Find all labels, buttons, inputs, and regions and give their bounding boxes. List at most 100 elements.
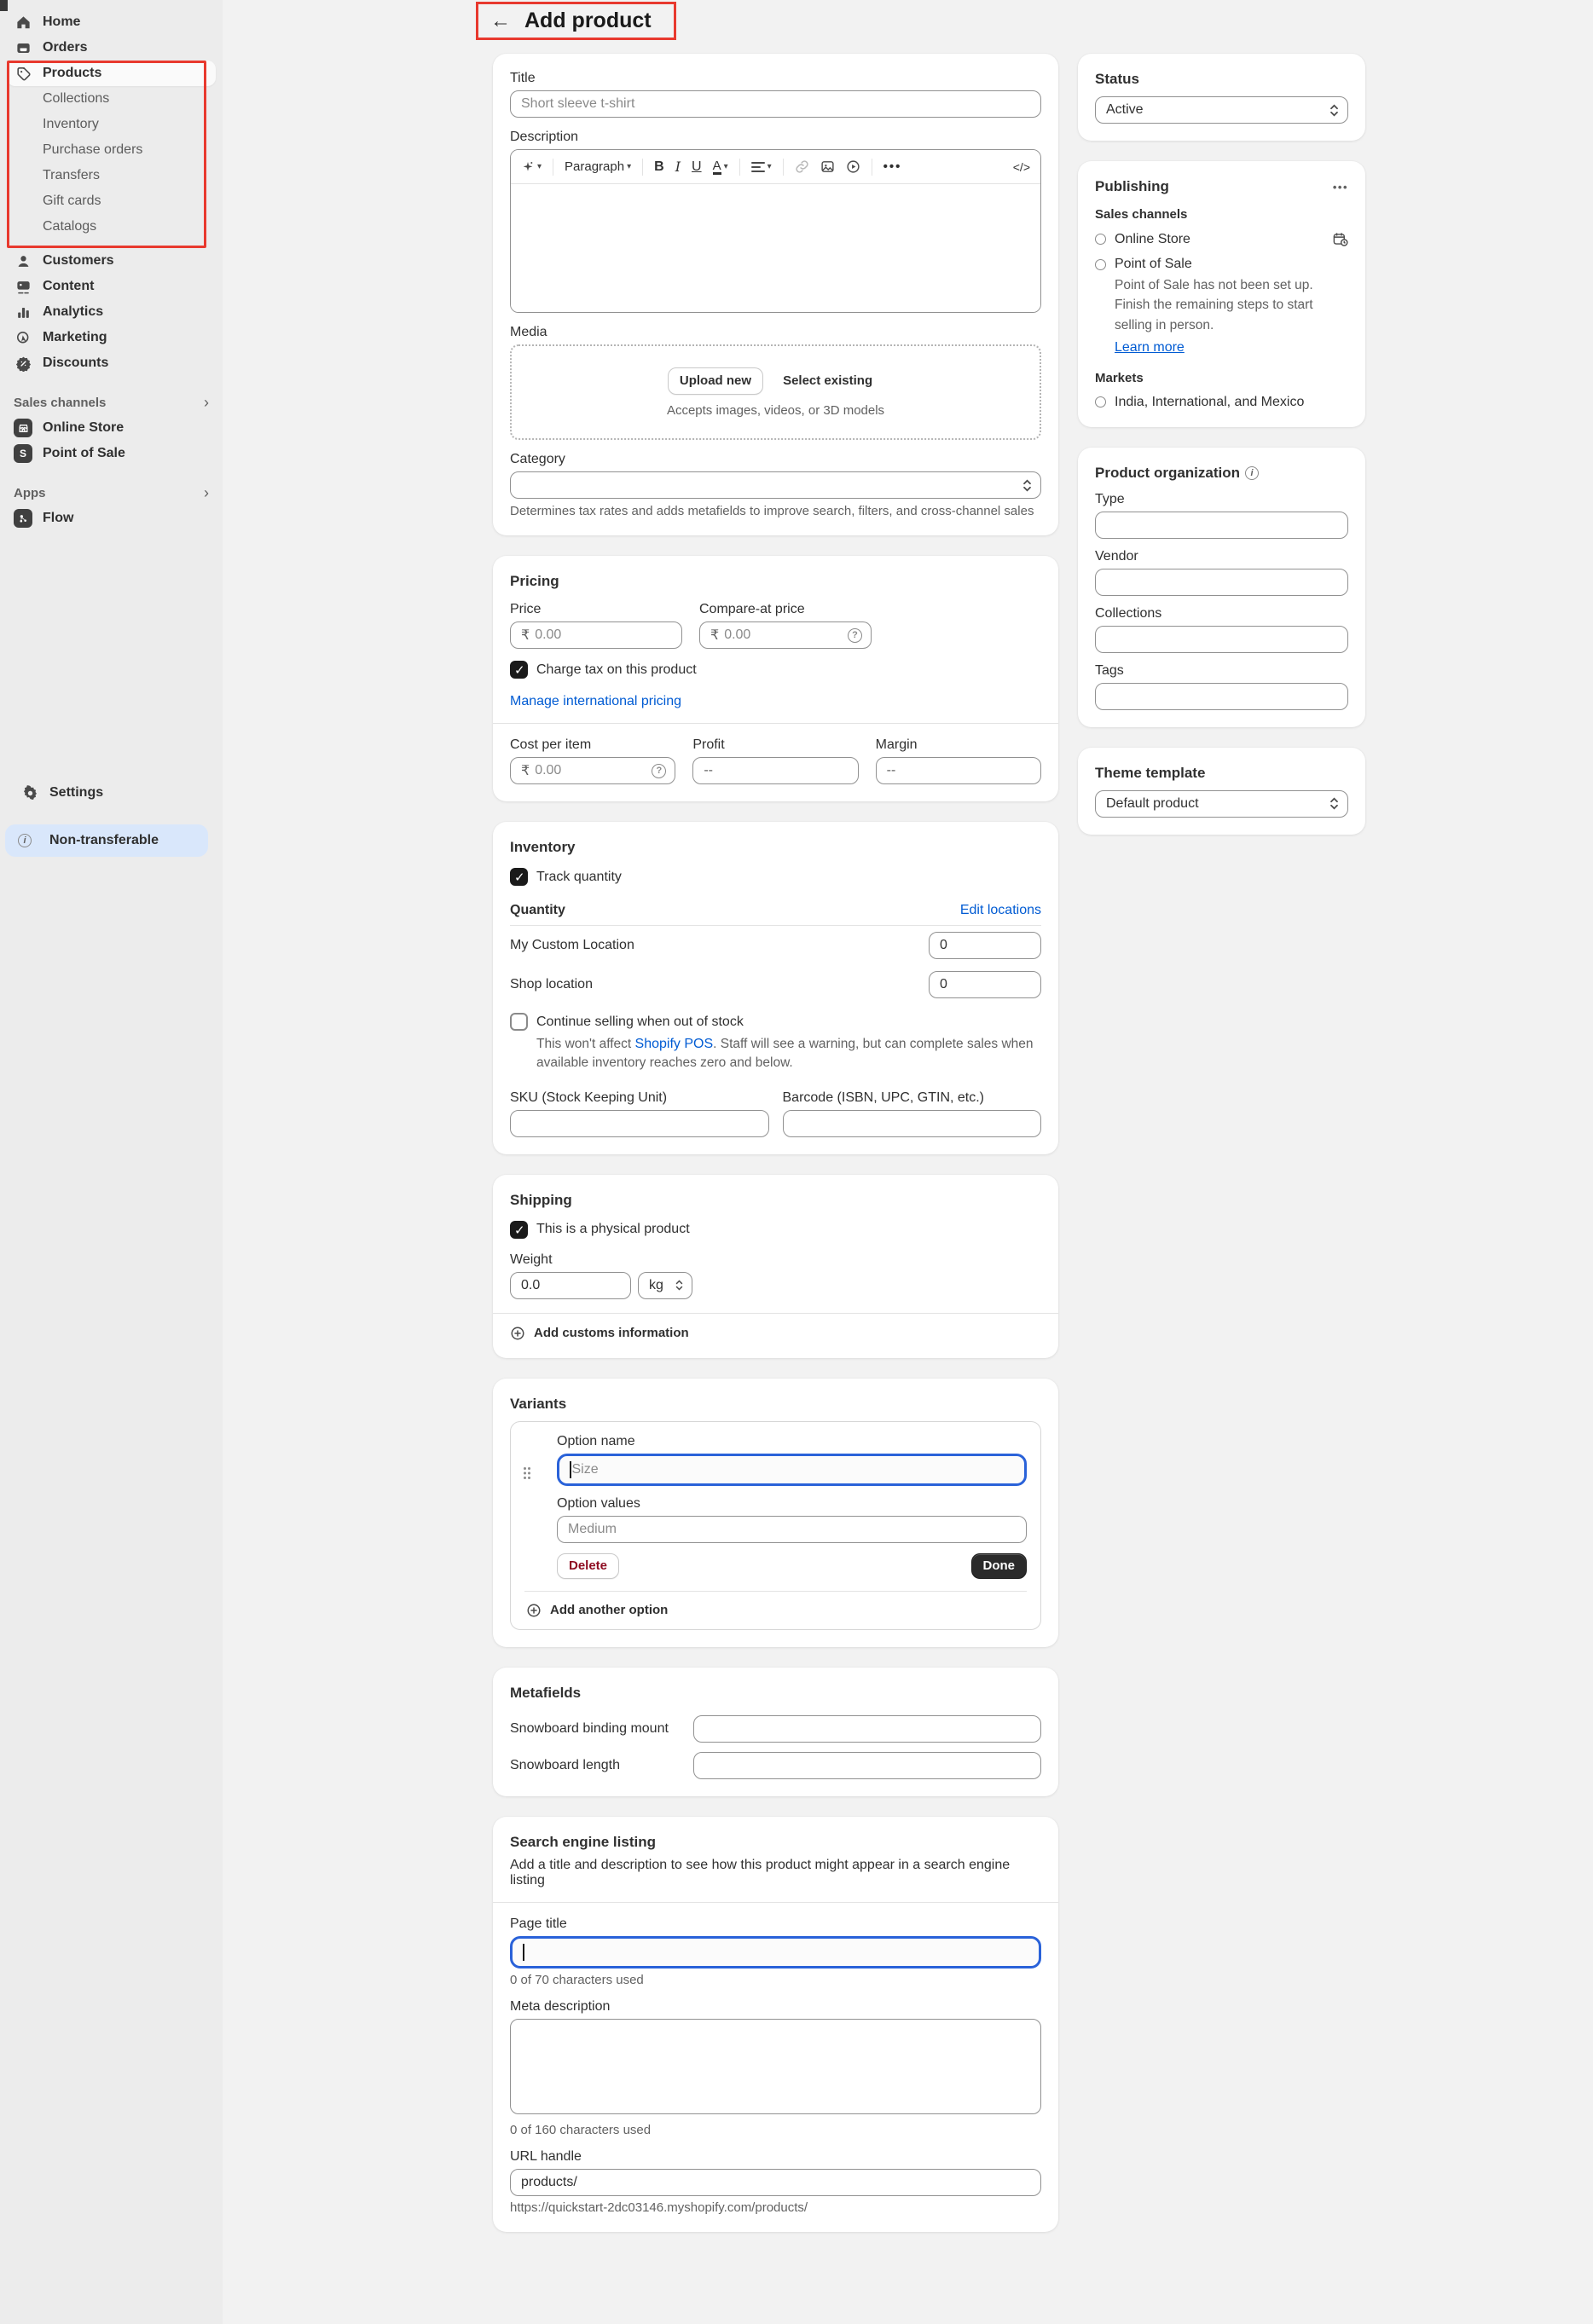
seo-description: Add a title and description to see how t… [510,1858,1041,1888]
sidebar-item-orders[interactable]: Orders [7,35,216,61]
shopify-pos-link[interactable]: Shopify POS [635,1037,714,1051]
ai-magic-button[interactable]: ▾ [521,160,542,174]
upload-new-button[interactable]: Upload new [668,367,763,395]
page-title-label: Page title [510,1916,1041,1932]
tags-input[interactable] [1095,683,1348,710]
type-input[interactable] [1095,512,1348,539]
location-name: My Custom Location [510,938,634,953]
sidebar-item-collections[interactable]: Collections [7,86,216,112]
location-quantity-input[interactable] [929,971,1041,998]
publishing-more-button[interactable]: ••• [1333,181,1348,194]
title-input[interactable] [510,90,1041,118]
toolbar-separator [739,159,740,176]
weight-unit-select[interactable]: kg [638,1272,692,1299]
weight-input[interactable] [510,1272,631,1299]
toolbar-more-button[interactable]: ••• [883,159,902,174]
product-organization-card: Product organization i Type Vendor Colle… [1078,448,1365,727]
flow-icon [14,509,32,528]
barcode-input[interactable] [783,1110,1042,1137]
learn-more-link[interactable]: Learn more [1115,340,1185,355]
underline-button[interactable]: U [692,159,702,175]
option-name-input[interactable]: Size [557,1454,1027,1486]
meta-description-input[interactable] [510,2019,1041,2114]
continue-selling-row[interactable]: Continue selling when out of stock [510,1013,1041,1031]
price-input[interactable]: ₹0.00 [510,621,682,649]
physical-product-checkbox[interactable] [510,1221,528,1239]
description-input[interactable] [511,184,1040,312]
show-html-button[interactable]: </> [1013,160,1030,174]
insert-video-button[interactable] [846,159,860,174]
collections-input[interactable] [1095,626,1348,653]
sidebar-item-inventory[interactable]: Inventory [7,112,216,137]
sidebar-item-transfers[interactable]: Transfers [7,163,216,188]
charge-tax-checkbox[interactable] [510,661,528,679]
sidebar-item-online-store[interactable]: Online Store [7,415,216,441]
paragraph-style-dropdown[interactable]: Paragraph▾ [565,159,631,174]
theme-template-select[interactable]: Default product [1095,790,1348,818]
add-another-option-button[interactable]: Add another option [524,1591,1027,1629]
profit-input[interactable]: -- [692,757,858,784]
page-title-input[interactable] [510,1936,1041,1968]
text-color-button[interactable]: A▾ [713,159,728,175]
insert-link-button[interactable] [795,159,809,174]
type-label: Type [1095,492,1348,507]
metafield-input-length[interactable] [693,1752,1041,1779]
plan-badge[interactable]: i Non-transferable [5,824,208,857]
sidebar-item-marketing[interactable]: Marketing [7,325,216,350]
compare-at-price-input[interactable]: ₹0.00 ? [699,621,872,649]
italic-button[interactable]: I [675,159,681,175]
sku-input[interactable] [510,1110,769,1137]
category-hint: Determines tax rates and adds metafields… [510,504,1041,518]
sidebar-item-customers[interactable]: Customers [7,248,216,274]
metafield-input-binding-mount[interactable] [693,1715,1041,1743]
sidebar-item-discounts[interactable]: Discounts [7,350,216,376]
url-handle-input[interactable] [510,2169,1041,2196]
location-quantity-input[interactable] [929,932,1041,959]
sidebar-item-purchase-orders[interactable]: Purchase orders [7,137,216,163]
sidebar-item-point-of-sale[interactable]: S Point of Sale [7,441,216,466]
sidebar-item-home[interactable]: Home [7,9,216,35]
sidebar-item-gift-cards[interactable]: Gift cards [7,188,216,214]
metafield-label: Snowboard binding mount [510,1721,693,1737]
vendor-input[interactable] [1095,569,1348,596]
category-select[interactable] [510,471,1041,499]
barcode-label: Barcode (ISBN, UPC, GTIN, etc.) [783,1090,1042,1106]
sidebar-item-content[interactable]: Content [7,274,216,299]
toolbar-separator [642,159,643,176]
track-quantity-checkbox[interactable] [510,868,528,886]
channel-row-online-store: Online Store [1095,231,1348,247]
back-button[interactable]: ← [490,9,511,33]
sidebar-item-settings[interactable]: Settings [14,780,223,806]
sidebar-item-catalogs[interactable]: Catalogs [7,214,216,240]
select-existing-button[interactable]: Select existing [772,367,883,395]
add-customs-button[interactable]: Add customs information [510,1314,1041,1341]
bold-button[interactable]: B [654,159,664,175]
manage-international-pricing-link[interactable]: Manage international pricing [510,694,681,708]
alignment-button[interactable]: ▾ [751,161,772,173]
insert-image-button[interactable] [820,159,835,174]
charge-tax-checkbox-row[interactable]: Charge tax on this product [510,661,1041,679]
cost-per-item-input[interactable]: ₹0.00 ? [510,757,675,784]
schedule-calendar-icon[interactable] [1332,231,1348,247]
sidebar-item-products[interactable]: Products [7,61,216,86]
drag-handle-icon[interactable] [523,1466,531,1480]
gear-icon [20,785,39,801]
continue-selling-checkbox[interactable] [510,1013,528,1031]
select-arrows-icon [1329,797,1339,810]
tag-icon [14,66,32,82]
margin-input[interactable]: -- [876,757,1041,784]
info-icon: i [1245,466,1259,480]
physical-product-row[interactable]: This is a physical product [510,1221,1041,1239]
sidebar-item-analytics[interactable]: Analytics [7,299,216,325]
apps-header[interactable]: Apps › [7,480,216,506]
online-store-icon [14,419,32,437]
status-select[interactable]: Active [1095,96,1348,124]
sidebar-item-flow[interactable]: Flow [7,506,216,531]
track-quantity-row[interactable]: Track quantity [510,868,1041,886]
sales-channels-header[interactable]: Sales channels › [7,390,216,415]
delete-option-button[interactable]: Delete [557,1553,619,1579]
edit-locations-link[interactable]: Edit locations [960,903,1041,918]
media-dropzone[interactable]: Upload new Select existing Accepts image… [510,344,1041,440]
done-button[interactable]: Done [971,1553,1028,1579]
option-value-input[interactable] [557,1516,1027,1543]
